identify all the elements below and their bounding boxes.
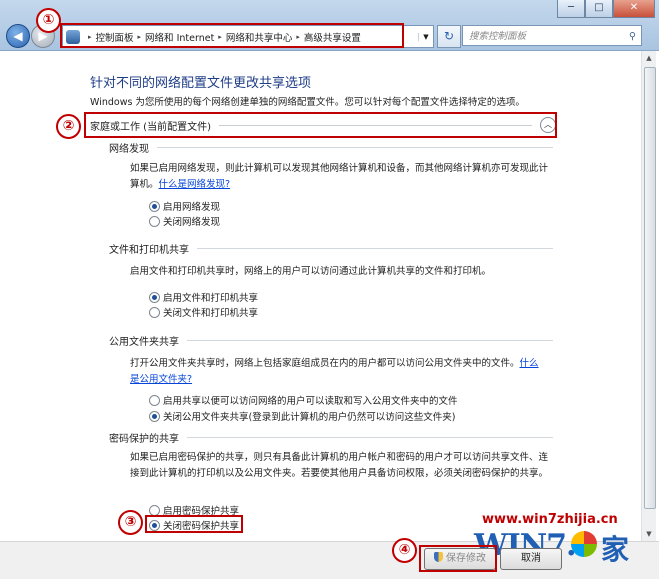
minimize-button[interactable]: ─ [557,0,585,18]
section-divider [197,248,553,249]
radio-unselected-icon [149,215,160,227]
annotation-box-password-off [145,515,243,533]
radio-label: 关闭文件和打印机共享 [163,308,259,319]
annotation-box-address [60,23,404,48]
radio-unselected-icon [149,504,160,516]
radio-selected-icon [149,291,160,303]
search-icon: ⚲ [629,31,636,42]
refresh-icon: ↻ [443,29,455,43]
page-title: 针对不同的网络配置文件更改共享选项 [90,76,312,91]
fileprint-description: 启用文件和打印机共享时，网络上的用户可以访问通过此计算机共享的文件和打印机。 [130,266,492,277]
radio-unselected-icon [149,306,160,318]
refresh-button[interactable]: ↻ [437,25,461,48]
scroll-down-icon[interactable]: ▼ [642,527,656,541]
section-heading: 网络发现 [109,144,149,155]
radio-fileprint-on[interactable]: 启用文件和打印机共享 [149,290,258,304]
section-password-protected-sharing: 密码保护的共享 [109,430,553,445]
radio-label: 关闭公用文件夹共享(登录到此计算机的用户仍然可以访问这些文件夹) [163,412,456,423]
discovery-help-link[interactable]: 什么是网络发现? [159,179,231,190]
section-public-folder-sharing: 公用文件夹共享 [109,333,553,348]
public-text: 打开公用文件夹共享时，网络上包括家庭组成员在内的用户都可以访问公用文件夹中的文件… [130,358,520,369]
radio-fileprint-off[interactable]: 关闭文件和打印机共享 [149,305,258,319]
radio-label: 启用共享以便可以访问网络的用户可以读取和写入公用文件夹中的文件 [163,396,458,407]
windows-flag-icon [571,531,597,557]
back-button[interactable]: ◀ [6,24,30,48]
search-input[interactable]: 搜索控制面板 ⚲ [462,25,642,46]
section-file-printer-sharing: 文件和打印机共享 [109,241,553,256]
vertical-scrollbar[interactable]: ▲ ▼ [641,51,656,541]
section-network-discovery: 网络发现 [109,140,553,155]
password-description: 如果已启用密码保护的共享，则只有具备此计算机的用户帐户和密码的用户才可以访问共享… [130,452,549,479]
section-heading: 文件和打印机共享 [109,245,189,256]
radio-discovery-on[interactable]: 启用网络发现 [149,199,220,213]
annotation-number-4: ④ [392,538,417,563]
section-divider [157,147,553,148]
close-button[interactable]: ✕ [613,0,655,18]
public-help-link-part2[interactable]: 是公用文件夹? [130,374,192,385]
section-divider [187,340,553,341]
scroll-thumb[interactable] [644,67,656,509]
annotation-number-3: ③ [118,510,143,535]
radio-label: 启用文件和打印机共享 [163,293,259,304]
section-heading: 公用文件夹共享 [109,337,179,348]
search-placeholder: 搜索控制面板 [469,31,527,42]
radio-label: 关闭网络发现 [163,217,221,228]
section-heading: 密码保护的共享 [109,434,179,445]
public-help-link-part1[interactable]: 什么 [520,358,539,369]
public-description: 打开公用文件夹共享时，网络上包括家庭组成员在内的用户都可以访问公用文件夹中的文件… [130,356,550,388]
radio-selected-icon [149,410,160,422]
radio-public-on[interactable]: 启用共享以便可以访问网络的用户可以读取和写入公用文件夹中的文件 [149,393,458,407]
section-divider [187,437,553,438]
watermark-url: www.win7zhijia.cn [482,512,618,527]
annotation-number-2: ② [56,114,81,139]
radio-label: 启用网络发现 [163,202,221,213]
radio-selected-icon [149,200,160,212]
discovery-description: 如果已启用网络发现，则此计算机可以发现其他网络计算机和设备，而其他网络计算机亦可… [130,161,550,193]
annotation-box-save [419,545,497,572]
maximize-button[interactable]: □ [585,0,613,18]
annotation-number-1: ① [36,8,61,33]
cancel-button[interactable]: 取消 [500,548,562,570]
address-dropdown-icon[interactable]: ▼ [418,32,433,41]
window-controls: ─ □ ✕ [557,0,655,18]
back-arrow-icon: ◀ [13,29,23,43]
page-description: Windows 为您所使用的每个网络创建单独的网络配置文件。您可以针对每个配置文… [90,97,525,108]
radio-discovery-off[interactable]: 关闭网络发现 [149,214,220,228]
radio-unselected-icon [149,394,160,406]
radio-public-off[interactable]: 关闭公用文件夹共享(登录到此计算机的用户仍然可以访问这些文件夹) [149,409,455,423]
watermark-char: 家 [601,533,630,566]
annotation-box-profile [84,112,557,138]
scroll-up-icon[interactable]: ▲ [642,51,656,65]
